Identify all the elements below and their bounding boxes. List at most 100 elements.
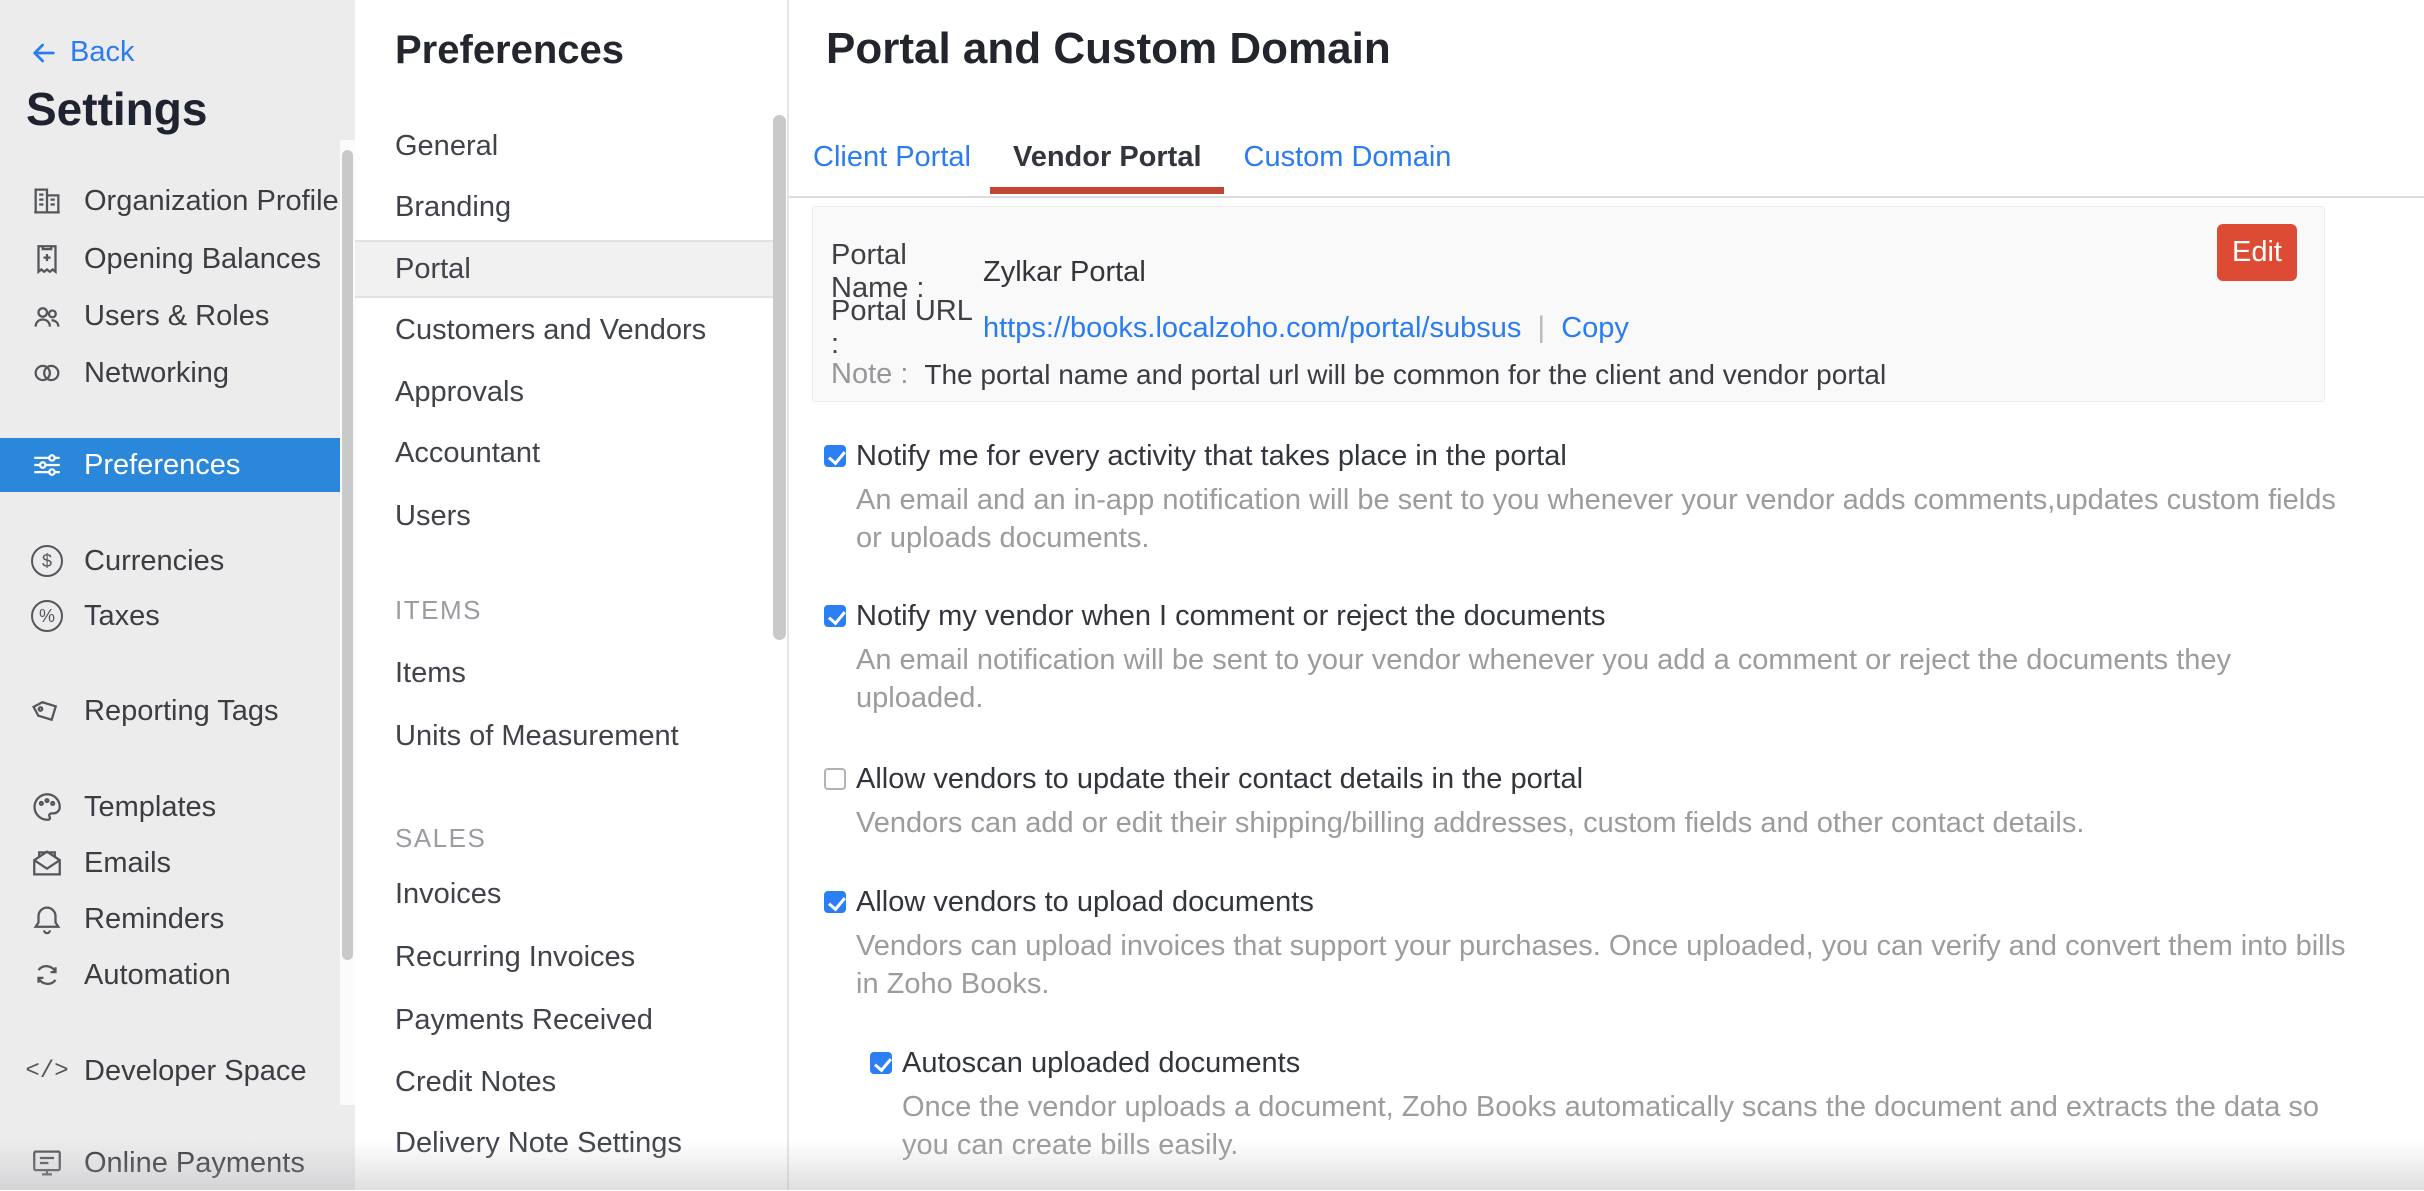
panel-item-payments-received[interactable]: Payments Received	[355, 992, 787, 1048]
tab-bottom-border	[789, 196, 2424, 198]
panel-item-label: Portal	[395, 253, 471, 286]
portal-info-box: Portal Name : Zylkar Portal Portal URL :…	[812, 206, 2325, 402]
tab-custom-domain[interactable]: Custom Domain	[1244, 140, 1452, 194]
envelope-icon	[30, 846, 64, 880]
notify-vendor-checkbox[interactable]	[824, 605, 846, 627]
sidebar-item-label: Developer Space	[84, 1055, 306, 1088]
panel-item-accountant[interactable]: Accountant	[355, 425, 787, 481]
portal-name-value: Zylkar Portal	[983, 256, 1146, 289]
setting-label: Notify me for every activity that takes …	[856, 440, 1567, 472]
bell-icon	[30, 902, 64, 936]
panel-section-items: ITEMS	[355, 584, 787, 636]
back-arrow-icon	[28, 37, 60, 69]
note-label: Note :	[831, 358, 908, 391]
panel-scrollbar-thumb[interactable]	[773, 115, 786, 640]
portal-url-link[interactable]: https://books.localzoho.com/portal/subsu…	[983, 312, 1521, 345]
panel-item-label: Invoices	[395, 878, 501, 911]
back-label: Back	[70, 36, 134, 69]
sidebar-item-networking[interactable]: Networking	[0, 345, 340, 401]
opening-balances-icon	[30, 242, 64, 276]
upload-documents-checkbox[interactable]	[824, 891, 846, 913]
back-link[interactable]: Back	[28, 36, 134, 69]
sidebar-item-preferences[interactable]: Preferences	[0, 438, 355, 492]
panel-item-label: Items	[395, 657, 466, 690]
panel-item-branding[interactable]: Branding	[355, 179, 787, 235]
portal-note-row: Note : The portal name and portal url wi…	[831, 358, 1886, 391]
sidebar-scrollbar-thumb[interactable]	[342, 150, 353, 960]
setting-description: Once the vendor uploads a document, Zoho…	[902, 1088, 2319, 1164]
copy-url-link[interactable]: Copy	[1561, 312, 1629, 345]
panel-item-label: Accountant	[395, 437, 540, 470]
portal-tabs: Client Portal Vendor Portal Custom Domai…	[813, 140, 1451, 194]
settings-sidebar: Back Settings Organization Profile Openi…	[0, 0, 355, 1190]
preferences-panel-title: Preferences	[395, 28, 624, 73]
panel-section-sales: SALES	[355, 812, 787, 864]
panel-item-credit-notes[interactable]: Credit Notes	[355, 1054, 787, 1110]
sidebar-item-reminders[interactable]: Reminders	[0, 891, 340, 947]
sidebar-item-label: Networking	[84, 357, 229, 390]
panel-item-portal[interactable]: Portal	[355, 240, 774, 298]
panel-item-label: Branding	[395, 191, 511, 224]
palette-icon	[30, 790, 64, 824]
currency-dollar-icon: $	[30, 544, 64, 578]
sidebar-item-online-payments[interactable]: Online Payments	[0, 1135, 340, 1191]
sidebar-item-label: Opening Balances	[84, 243, 321, 276]
sidebar-item-developer-space[interactable]: </> Developer Space	[0, 1043, 340, 1099]
setting-autoscan-documents: Autoscan uploaded documents Once the ven…	[870, 1047, 2319, 1164]
panel-item-invoices[interactable]: Invoices	[355, 866, 787, 922]
page-title: Portal and Custom Domain	[826, 24, 1391, 74]
sidebar-item-taxes[interactable]: % Taxes	[0, 588, 340, 644]
settings-title: Settings	[26, 82, 207, 136]
online-payment-icon	[30, 1146, 64, 1180]
panel-item-items[interactable]: Items	[355, 645, 787, 701]
panel-item-users[interactable]: Users	[355, 488, 787, 544]
sidebar-item-currencies[interactable]: $ Currencies	[0, 533, 340, 589]
panel-item-label: Credit Notes	[395, 1066, 556, 1099]
tag-icon	[30, 694, 64, 728]
setting-notify-vendor: Notify my vendor when I comment or rejec…	[824, 600, 2231, 717]
note-text: The portal name and portal url will be c…	[924, 359, 1886, 391]
main-content: Portal and Custom Domain Client Portal V…	[789, 0, 2424, 1190]
sidebar-item-label: Reporting Tags	[84, 695, 279, 728]
panel-item-units-of-measurement[interactable]: Units of Measurement	[355, 708, 787, 764]
sidebar-item-reporting-tags[interactable]: Reporting Tags	[0, 683, 340, 739]
url-copy-separator: |	[1537, 311, 1545, 345]
panel-item-general[interactable]: General	[355, 118, 787, 174]
tab-vendor-portal[interactable]: Vendor Portal	[1013, 140, 1202, 194]
panel-item-customers-and-vendors[interactable]: Customers and Vendors	[355, 302, 787, 358]
autoscan-checkbox[interactable]	[870, 1052, 892, 1074]
tab-client-portal[interactable]: Client Portal	[813, 140, 971, 194]
sidebar-item-label: Preferences	[84, 449, 240, 482]
panel-item-recurring-invoices[interactable]: Recurring Invoices	[355, 929, 787, 985]
sidebar-item-label: Taxes	[84, 600, 160, 633]
sidebar-item-users-roles[interactable]: Users & Roles	[0, 288, 340, 344]
panel-item-label: Payments Received	[395, 1004, 653, 1037]
panel-item-approvals[interactable]: Approvals	[355, 364, 787, 420]
edit-button[interactable]: Edit	[2217, 224, 2297, 281]
setting-description: Vendors can add or edit their shipping/b…	[856, 804, 2084, 842]
setting-upload-documents: Allow vendors to upload documents Vendor…	[824, 886, 2346, 1003]
sidebar-item-label: Automation	[84, 959, 231, 992]
refresh-icon	[30, 958, 64, 992]
sidebar-item-templates[interactable]: Templates	[0, 779, 340, 835]
panel-item-label: Units of Measurement	[395, 720, 679, 753]
sidebar-item-opening-balances[interactable]: Opening Balances	[0, 231, 340, 287]
panel-item-delivery-note-settings[interactable]: Delivery Note Settings	[355, 1115, 787, 1171]
panel-item-label: General	[395, 130, 498, 163]
notify-activity-checkbox[interactable]	[824, 445, 846, 467]
networking-icon	[30, 356, 64, 390]
setting-notify-activity: Notify me for every activity that takes …	[824, 440, 2336, 557]
sidebar-item-automation[interactable]: Automation	[0, 947, 340, 1003]
setting-label: Notify my vendor when I comment or rejec…	[856, 600, 1605, 632]
panel-item-label: Recurring Invoices	[395, 941, 635, 974]
sidebar-item-organization-profile[interactable]: Organization Profile	[0, 173, 340, 229]
sidebar-item-label: Currencies	[84, 545, 224, 578]
setting-label: Allow vendors to update their contact de…	[856, 763, 1583, 795]
setting-label: Autoscan uploaded documents	[902, 1047, 1300, 1079]
setting-description: An email notification will be sent to yo…	[856, 641, 2231, 717]
update-contact-checkbox[interactable]	[824, 768, 846, 790]
sidebar-item-emails[interactable]: Emails	[0, 835, 340, 891]
preferences-panel: Preferences General Branding Portal Cust…	[355, 0, 789, 1190]
panel-item-label: Delivery Note Settings	[395, 1127, 682, 1160]
panel-item-label: Approvals	[395, 376, 524, 409]
